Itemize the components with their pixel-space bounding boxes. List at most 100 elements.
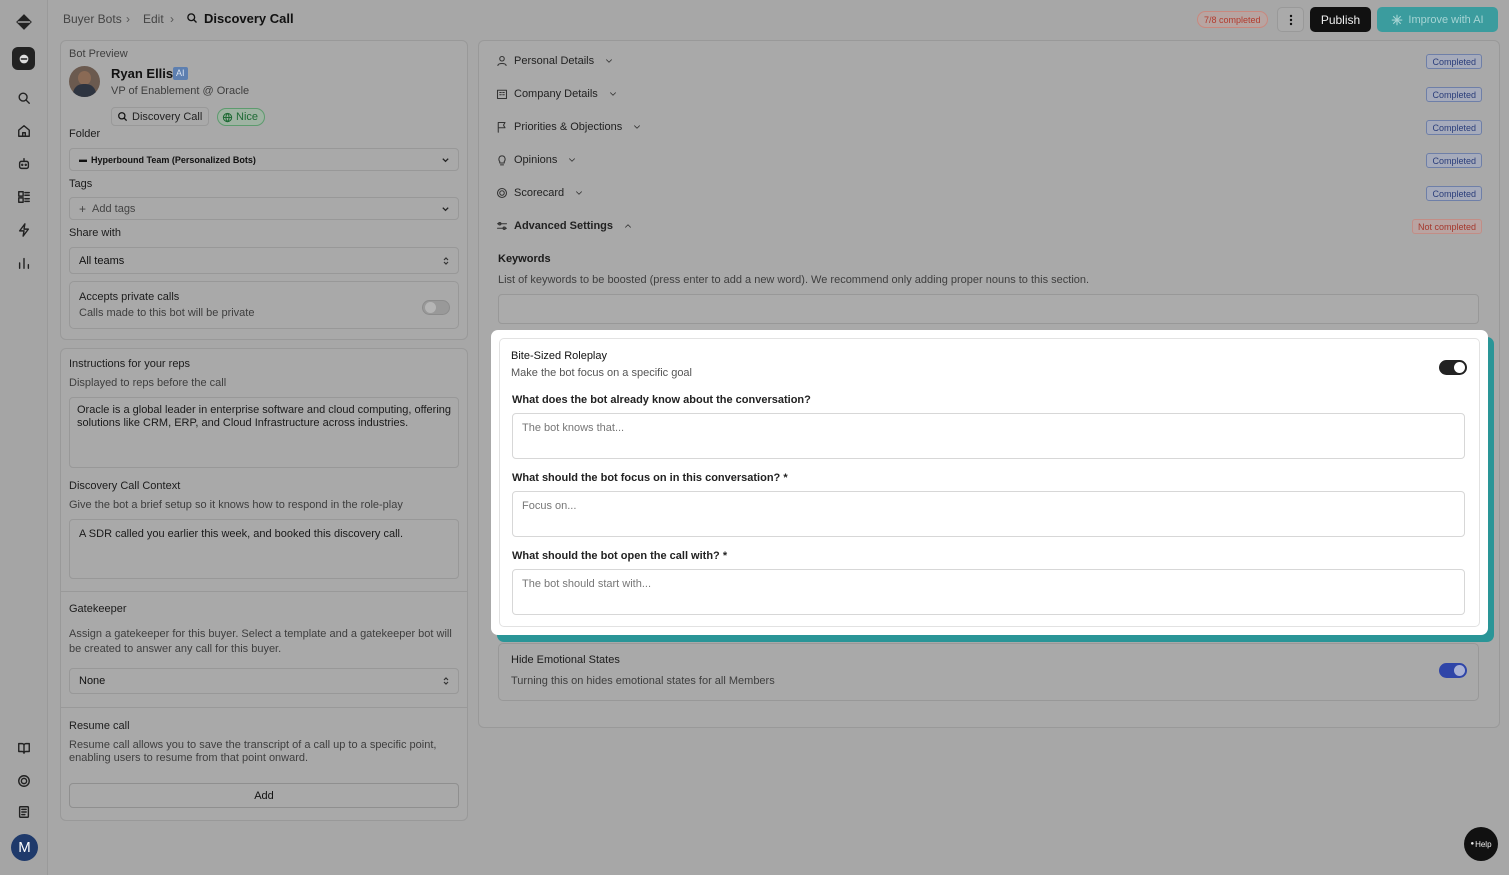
hide-emotional-toggle[interactable]	[1439, 663, 1467, 678]
help-button[interactable]: ● Help	[1464, 827, 1498, 861]
section-label: Opinions	[514, 154, 558, 166]
person-icon	[497, 55, 507, 67]
chevron-up-icon	[625, 224, 631, 228]
publish-button[interactable]: Publish	[1310, 7, 1371, 32]
document-icon[interactable]	[14, 802, 34, 822]
section-label: Scorecard	[514, 187, 565, 199]
private-calls-toggle[interactable]	[422, 300, 450, 315]
chevron-down-icon	[634, 125, 641, 129]
improve-with-ai-button[interactable]: Improve with AI	[1377, 7, 1498, 32]
breadcrumb-edit[interactable]: Edit	[143, 12, 164, 26]
breadcrumb-separator: ›	[126, 12, 130, 26]
sparkle-icon	[1392, 14, 1403, 25]
target-icon[interactable]	[14, 771, 34, 791]
section-status-badge: Completed	[1426, 54, 1482, 69]
divider	[60, 707, 468, 708]
focus-textarea[interactable]	[512, 491, 1465, 537]
keywords-title: Keywords	[498, 253, 551, 265]
private-calls-box	[69, 281, 459, 329]
gatekeeper-value: None	[79, 675, 106, 687]
share-label: Share with	[69, 227, 121, 239]
section-scorecard[interactable]: Scorecard	[496, 187, 584, 199]
breadcrumb-separator: ›	[170, 12, 174, 26]
sidebar: M	[0, 0, 48, 875]
private-calls-desc: Calls made to this bot will be private	[79, 307, 255, 319]
bot-role: VP of Enablement @ Oracle	[111, 85, 250, 97]
context-textarea[interactable]: A SDR called you earlier this week, and …	[69, 519, 459, 579]
share-value: All teams	[79, 254, 125, 267]
chart-icon[interactable]	[14, 253, 34, 273]
tags-input[interactable]: + Add tags	[69, 197, 459, 220]
plus-icon: +	[79, 201, 87, 216]
bot-preview-heading: Bot Preview	[69, 48, 128, 60]
instructions-textarea[interactable]: Oracle is a global leader in enterprise …	[69, 397, 459, 468]
bite-sized-desc: Make the bot focus on a specific goal	[511, 367, 692, 379]
section-advanced-settings[interactable]: Advanced Settings	[496, 220, 633, 232]
home-icon[interactable]	[14, 121, 34, 141]
breadcrumb-buyer-bots[interactable]: Buyer Bots	[63, 12, 122, 26]
chevron-down-icon	[576, 191, 583, 195]
call-type-chip: Discovery Call	[111, 107, 210, 126]
folder-label: Folder	[69, 128, 101, 140]
divider	[60, 591, 468, 592]
chevron-down-icon	[442, 206, 449, 211]
search-icon	[186, 12, 198, 27]
resume-add-button[interactable]: Add	[69, 783, 459, 808]
context-title: Discovery Call Context	[69, 480, 181, 492]
bot-avatar	[69, 66, 100, 97]
lightning-icon[interactable]	[14, 220, 34, 240]
section-opinions[interactable]: Opinions	[496, 154, 577, 166]
chevron-down-icon	[442, 157, 449, 162]
keywords-input[interactable]	[498, 294, 1479, 324]
chevron-down-icon	[569, 158, 576, 162]
section-status-badge: Completed	[1426, 87, 1482, 102]
bite-sized-title: Bite-Sized Roleplay	[511, 350, 607, 362]
search-icon[interactable]	[14, 88, 34, 108]
question-focus: What should the bot focus on in this con…	[512, 472, 788, 484]
section-company-details[interactable]: Company Details	[496, 88, 618, 100]
instructions-title: Instructions for your reps	[69, 358, 191, 370]
bite-sized-toggle[interactable]	[1439, 360, 1467, 375]
search-icon	[118, 112, 128, 122]
tags-placeholder: Add tags	[92, 202, 136, 215]
call-type-label: Discovery Call	[132, 110, 203, 123]
book-icon[interactable]	[14, 738, 34, 758]
progress-badge: 7/8 completed	[1197, 11, 1268, 28]
resume-desc: Resume call allows you to save the trans…	[69, 739, 437, 764]
page-title: Discovery Call	[204, 11, 294, 26]
updown-icon	[443, 677, 449, 685]
private-calls-title: Accepts private calls	[79, 291, 180, 303]
gatekeeper-desc: Assign a gatekeeper for this buyer. Sele…	[69, 628, 452, 655]
gatekeeper-select[interactable]: None	[69, 668, 459, 694]
section-priorities-objections[interactable]: Priorities & Objections	[496, 121, 642, 133]
section-status-badge: Completed	[1426, 186, 1482, 201]
chevron-down-icon	[606, 59, 613, 63]
folder-value: Hyperbound Team (Personalized Bots)	[91, 154, 256, 165]
sliders-icon	[496, 222, 508, 230]
hide-emotional-desc: Turning this on hides emotional states f…	[511, 675, 775, 687]
section-status-badge: Completed	[1426, 120, 1482, 135]
opening-textarea[interactable]	[512, 569, 1465, 615]
logo-icon[interactable]	[14, 12, 34, 32]
section-label: Advanced Settings	[514, 220, 614, 232]
kebab-icon	[1289, 14, 1292, 25]
more-options-button[interactable]	[1277, 7, 1304, 32]
instructions-desc: Displayed to reps before the call	[69, 377, 227, 389]
folder-select[interactable]: ▬ Hyperbound Team (Personalized Bots)	[69, 148, 459, 171]
prior-knowledge-textarea[interactable]	[512, 413, 1465, 459]
chevron-down-icon	[609, 92, 616, 96]
section-personal-details[interactable]: Personal Details	[496, 55, 614, 67]
hide-emotional-box	[498, 643, 1479, 701]
bot-icon[interactable]	[14, 154, 34, 174]
question-prior-knowledge: What does the bot already know about the…	[512, 394, 811, 406]
help-label: Help	[1475, 839, 1492, 849]
hide-emotional-title: Hide Emotional States	[511, 654, 620, 666]
user-avatar[interactable]: M	[11, 834, 38, 861]
section-label: Priorities & Objections	[514, 121, 623, 133]
share-select[interactable]: All teams	[69, 247, 459, 274]
updown-icon	[443, 256, 449, 265]
tags-label: Tags	[69, 178, 93, 190]
workspace-icon[interactable]	[12, 47, 35, 70]
resume-title: Resume call	[69, 720, 130, 732]
list-icon[interactable]	[14, 187, 34, 207]
